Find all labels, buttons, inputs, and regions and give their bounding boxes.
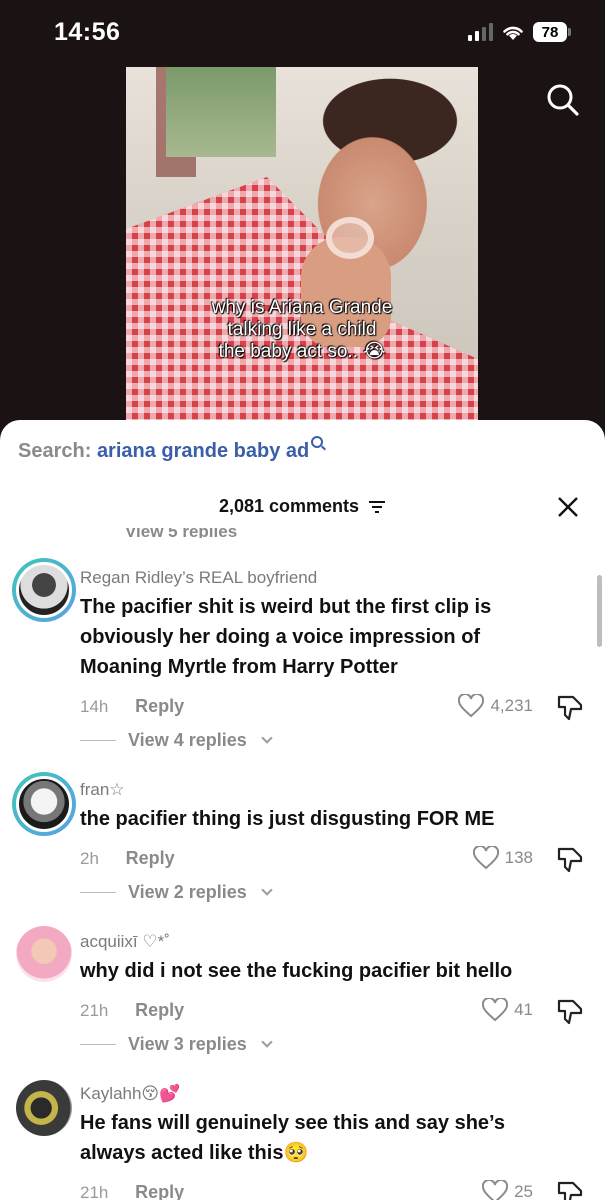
dislike-icon[interactable]	[555, 693, 585, 721]
avatar[interactable]	[12, 772, 76, 836]
video-pacifier	[326, 217, 374, 259]
caption-line-1: why is Ariana Grande	[211, 297, 393, 318]
reply-button[interactable]: Reply	[135, 1182, 184, 1200]
chevron-down-icon	[261, 883, 273, 896]
comment-username[interactable]: fran☆	[80, 780, 125, 800]
reply-button[interactable]: Reply	[135, 696, 184, 716]
comment-text: why did i not see the fucking pacifier b…	[80, 956, 580, 986]
chevron-down-icon	[261, 1035, 273, 1048]
video-caption: why is Ariana Grande talking like a chil…	[126, 297, 478, 363]
like-button[interactable]: 41	[482, 998, 533, 1022]
video-area: 14:56 78 why is Ariana Grande talking li…	[0, 0, 605, 440]
video-thumbnail[interactable]: why is Ariana Grande talking like a chil…	[126, 67, 478, 427]
caption-line-3: the baby act so.. 😭	[218, 341, 386, 362]
comment-age: 21h	[80, 1001, 109, 1020]
video-window	[166, 67, 276, 157]
heart-icon	[472, 846, 499, 870]
related-search[interactable]: Search: ariana grande baby ad	[18, 436, 324, 463]
comment-meta: 21h Reply	[80, 1182, 184, 1200]
wifi-icon	[503, 26, 523, 40]
comment-age: 21h	[80, 1183, 109, 1200]
like-button[interactable]: 4,231	[458, 694, 533, 718]
comment-username[interactable]: Kaylahh😚💕	[80, 1084, 180, 1104]
comment-line: obviously her doing a voice impression o…	[80, 626, 481, 648]
comment-line: He fans will genuinely see this and say …	[80, 1112, 505, 1134]
view-replies-button[interactable]: View 4 replies	[80, 730, 273, 751]
comment-text: The pacifier shit is weird but the first…	[80, 592, 580, 682]
comment-username[interactable]: acquiixī ♡*˚	[80, 932, 170, 952]
avatar[interactable]	[16, 926, 72, 982]
cellular-signal-icon	[468, 23, 493, 41]
comment-line: Moaning Myrtle from Harry Potter	[80, 656, 398, 678]
battery-icon: 78	[533, 22, 571, 42]
comment-text: the pacifier thing is just disgusting FO…	[80, 804, 580, 834]
like-count: 25	[514, 1182, 533, 1200]
dislike-icon[interactable]	[555, 845, 585, 873]
divider-line	[80, 1044, 116, 1045]
divider-line	[80, 740, 116, 741]
search-query-link[interactable]: ariana grande baby ad	[97, 440, 309, 462]
view-replies-label: View 2 replies	[128, 882, 247, 902]
small-search-icon	[311, 436, 324, 448]
chevron-down-icon	[261, 731, 273, 744]
avatar[interactable]	[12, 558, 76, 622]
comment-line: The pacifier shit is weird but the first…	[80, 596, 492, 618]
scrollbar[interactable]	[597, 575, 602, 647]
reply-button[interactable]: Reply	[126, 848, 175, 868]
search-icon[interactable]	[543, 80, 583, 120]
view-replies-label: View 3 replies	[128, 1034, 247, 1054]
comment-line: the pacifier thing is just disgusting FO…	[80, 808, 495, 830]
view-replies-button[interactable]: View 3 replies	[80, 1034, 273, 1055]
like-count: 4,231	[490, 696, 533, 715]
like-count: 41	[514, 1000, 533, 1019]
like-button[interactable]: 25	[482, 1180, 533, 1200]
close-icon[interactable]	[555, 494, 581, 520]
clipped-view-replies[interactable]: View 5 replies	[125, 528, 255, 538]
avatar[interactable]	[16, 1080, 72, 1136]
comment-meta: 14h Reply	[80, 696, 184, 717]
like-button[interactable]: 138	[472, 846, 533, 870]
heart-icon	[458, 694, 485, 718]
comment-age: 14h	[80, 697, 109, 716]
status-icons: 78	[468, 22, 571, 42]
comment-line: why did i not see the fucking pacifier b…	[80, 960, 513, 982]
comment-username[interactable]: Regan Ridley’s REAL boyfriend	[80, 568, 317, 588]
avatar-image	[16, 562, 72, 618]
dislike-icon[interactable]	[555, 997, 585, 1025]
status-time: 14:56	[54, 18, 121, 46]
comment-line: always acted like this🥺	[80, 1142, 309, 1164]
comment-age: 2h	[80, 849, 99, 868]
comments-count: 2,081 comments	[218, 496, 360, 516]
caption-line-2: talking like a child	[227, 319, 377, 340]
heart-icon	[482, 1180, 509, 1200]
comments-sheet: Search: ariana grande baby ad 2,081 comm…	[0, 420, 605, 1200]
view-replies-label: View 4 replies	[128, 730, 247, 750]
comment-meta: 21h Reply	[80, 1000, 184, 1021]
divider-line	[80, 892, 116, 893]
dislike-icon[interactable]	[555, 1179, 585, 1200]
view-replies-button[interactable]: View 2 replies	[80, 882, 273, 903]
like-count: 138	[504, 848, 533, 867]
reply-button[interactable]: Reply	[135, 1000, 184, 1020]
heart-icon	[482, 998, 509, 1022]
comment-meta: 2h Reply	[80, 848, 175, 869]
sort-filter-icon[interactable]	[368, 500, 386, 514]
search-label: Search:	[18, 440, 92, 462]
avatar-image	[16, 776, 72, 832]
comments-header: 2,081 comments	[0, 496, 605, 517]
comment-text: He fans will genuinely see this and say …	[80, 1108, 580, 1168]
